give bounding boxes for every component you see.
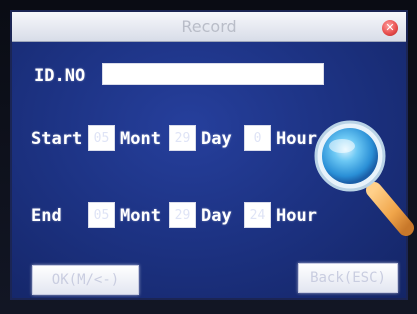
start-month-input[interactable]: 05 <box>88 125 115 151</box>
end-hour-input[interactable]: 24 <box>244 202 271 228</box>
end-month-input[interactable]: 05 <box>88 202 115 228</box>
device-screen: Record ✕ ID.NO Start 05 Mont 29 Day 0 Ho… <box>0 0 417 314</box>
start-hour-label: Hour <box>276 129 317 149</box>
end-label: End <box>31 206 62 226</box>
ok-button[interactable]: OK(M/<-) <box>32 265 139 295</box>
end-day-input[interactable]: 29 <box>169 202 196 228</box>
end-hour-label: Hour <box>276 206 317 226</box>
id-input[interactable] <box>102 63 324 85</box>
title-bar: Record ✕ <box>12 12 406 42</box>
dialog-title: Record <box>181 17 237 36</box>
start-hour-input[interactable]: 0 <box>244 125 271 151</box>
start-label: Start <box>31 129 83 149</box>
back-button[interactable]: Back(ESC) <box>298 263 398 293</box>
end-month-label: Mont <box>120 206 161 226</box>
magnifier-icon[interactable] <box>314 116 417 240</box>
start-day-label: Day <box>201 129 232 149</box>
end-day-label: Day <box>201 206 232 226</box>
id-label: ID.NO <box>34 66 86 86</box>
start-month-label: Mont <box>120 129 161 149</box>
close-icon[interactable]: ✕ <box>382 20 398 36</box>
start-day-input[interactable]: 29 <box>169 125 196 151</box>
